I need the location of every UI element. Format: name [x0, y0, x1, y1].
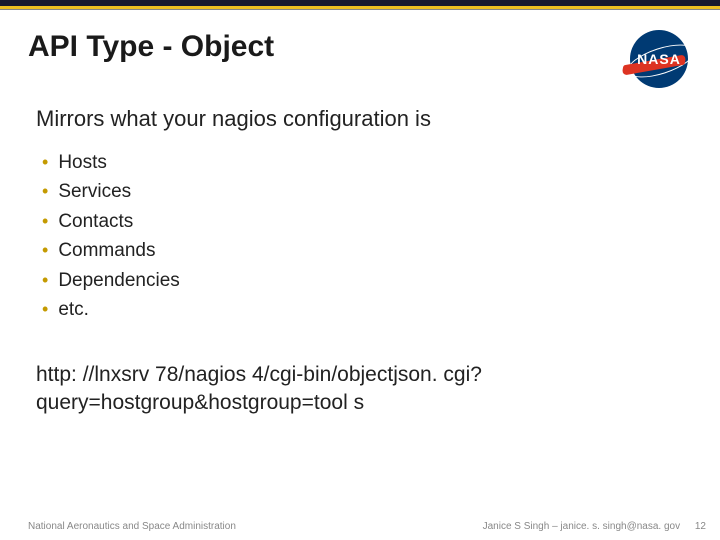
list-item-label: Commands [58, 236, 155, 265]
example-url: http: //lnxsrv 78/nagios 4/cgi-bin/objec… [36, 361, 684, 418]
bullet-icon: • [42, 300, 48, 318]
bullet-icon: • [42, 241, 48, 259]
list-item: • Contacts [42, 207, 684, 236]
list-item: • Dependencies [42, 266, 684, 295]
bullet-list: • Hosts • Services • Contacts • Commands • De… [36, 148, 684, 325]
bullet-icon: • [42, 212, 48, 230]
top-accent-bar [0, 0, 720, 10]
footer-author-text: Janice S Singh – janice. s. singh@nasa. … [483, 521, 681, 532]
list-item-label: Services [58, 177, 131, 206]
subtitle: Mirrors what your nagios configuration i… [36, 106, 684, 132]
list-item-label: Contacts [58, 207, 133, 236]
list-item: • Services [42, 177, 684, 206]
list-item: • Hosts [42, 148, 684, 177]
footer: National Aeronautics and Space Administr… [0, 521, 720, 532]
content-area: Mirrors what your nagios configuration i… [0, 88, 720, 417]
footer-author: Janice S Singh – janice. s. singh@nasa. … [483, 521, 706, 532]
list-item: • etc. [42, 295, 684, 324]
bullet-icon: • [42, 153, 48, 171]
nasa-logo: NASA [622, 30, 692, 88]
list-item: • Commands [42, 236, 684, 265]
list-item-label: etc. [58, 295, 89, 324]
bullet-icon: • [42, 271, 48, 289]
list-item-label: Hosts [58, 148, 107, 177]
nasa-logo-circle: NASA [630, 30, 688, 88]
header: API Type - Object NASA [0, 10, 720, 88]
bullet-icon: • [42, 182, 48, 200]
list-item-label: Dependencies [58, 266, 179, 295]
footer-org: National Aeronautics and Space Administr… [28, 521, 236, 532]
page-title: API Type - Object [28, 30, 274, 64]
nasa-logo-text: NASA [637, 51, 681, 67]
page-number: 12 [695, 521, 706, 532]
